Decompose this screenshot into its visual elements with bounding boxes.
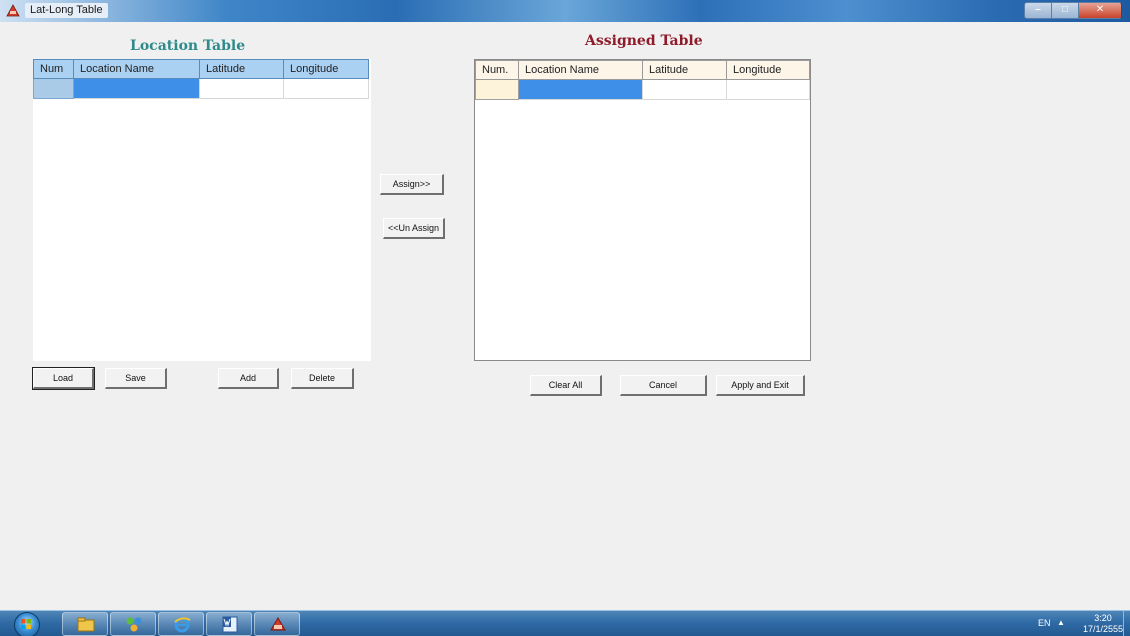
show-desktop-button[interactable] (1123, 611, 1130, 636)
app-icon (270, 617, 286, 631)
apply-and-exit-button[interactable]: Apply and Exit (716, 375, 805, 396)
table-row[interactable] (475, 79, 810, 100)
taskbar-file-explorer[interactable] (62, 612, 108, 636)
location-table-header-row: Num Location Name Latitude Longitude (33, 59, 369, 79)
maximize-icon: □ (1061, 4, 1069, 15)
taskbar-word[interactable] (206, 612, 252, 636)
tray-expand-icon[interactable]: ▲ (1057, 618, 1065, 627)
assign-button[interactable]: Assign>> (380, 174, 444, 195)
clock-date: 17/1/2555 (1083, 624, 1124, 634)
column-header-location-name[interactable]: Location Name (73, 59, 200, 79)
app-window-icon (6, 4, 20, 17)
delete-button[interactable]: Delete (291, 368, 354, 389)
row-num-cell[interactable] (475, 79, 519, 100)
language-indicator[interactable]: EN (1038, 618, 1051, 628)
table-row[interactable] (33, 78, 369, 99)
location-table-grid[interactable]: Num Location Name Latitude Longitude (33, 59, 371, 361)
taskbar: EN ▲ 3:20 17/1/2555 (0, 610, 1130, 636)
column-header-longitude[interactable]: Longitude (726, 60, 810, 80)
cancel-button[interactable]: Cancel (620, 375, 707, 396)
row-num-cell[interactable] (33, 78, 74, 99)
column-header-num[interactable]: Num. (475, 60, 519, 80)
windows-logo-icon (21, 619, 31, 629)
close-icon: ✕ (1095, 4, 1105, 15)
window-title: Lat-Long Table (25, 3, 108, 18)
window-title-bar[interactable]: Lat-Long Table – □ ✕ (0, 0, 1130, 22)
taskbar-internet-explorer[interactable] (158, 612, 204, 636)
window-controls: – □ ✕ (1024, 2, 1122, 19)
close-button[interactable]: ✕ (1078, 2, 1122, 19)
column-header-location-name[interactable]: Location Name (518, 60, 643, 80)
longitude-cell[interactable] (726, 79, 810, 100)
assigned-table-title: Assigned Table (585, 33, 703, 49)
taskbar-network[interactable] (110, 612, 156, 636)
column-header-latitude[interactable]: Latitude (642, 60, 727, 80)
assigned-table-grid[interactable]: Num. Location Name Latitude Longitude (474, 59, 811, 361)
assigned-table-header-row: Num. Location Name Latitude Longitude (475, 60, 810, 80)
latitude-cell[interactable] (642, 79, 727, 100)
start-orb[interactable] (14, 612, 40, 636)
unassign-button[interactable]: <<Un Assign (383, 218, 445, 239)
column-header-latitude[interactable]: Latitude (199, 59, 284, 79)
add-button[interactable]: Add (218, 368, 279, 389)
maximize-button[interactable]: □ (1051, 2, 1078, 19)
location-table-title: Location Table (130, 38, 246, 54)
minimize-icon: – (1035, 4, 1041, 15)
latitude-cell[interactable] (199, 78, 284, 99)
location-name-cell[interactable] (518, 79, 643, 100)
column-header-longitude[interactable]: Longitude (283, 59, 369, 79)
clear-all-button[interactable]: Clear All (530, 375, 602, 396)
load-button[interactable]: Load (32, 367, 95, 390)
location-name-cell[interactable] (73, 78, 200, 99)
folder-icon (77, 617, 95, 632)
network-icon (126, 617, 142, 632)
clock-time: 3:20 (1094, 613, 1112, 623)
longitude-cell[interactable] (283, 78, 369, 99)
save-button[interactable]: Save (105, 368, 167, 389)
desktop-screen: Lat-Long Table – □ ✕ Location Table Assi… (0, 0, 1130, 636)
column-header-num[interactable]: Num (33, 59, 74, 79)
word-icon (222, 616, 238, 633)
clock[interactable]: 3:20 17/1/2555 (1083, 613, 1123, 635)
minimize-button[interactable]: – (1024, 2, 1051, 19)
internet-explorer-icon (174, 617, 191, 633)
taskbar-app[interactable] (254, 612, 300, 636)
